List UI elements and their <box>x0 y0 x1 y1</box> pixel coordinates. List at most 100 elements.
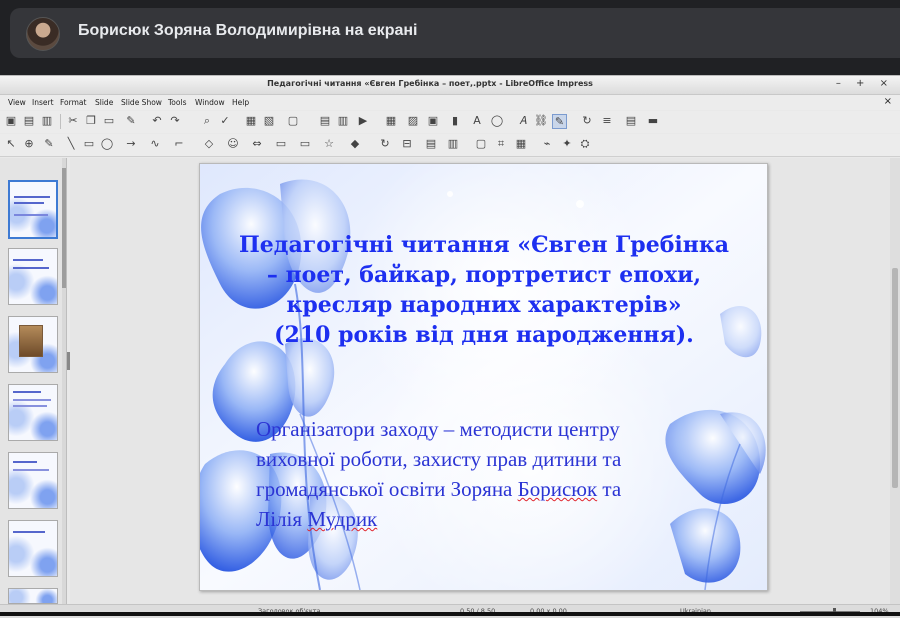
menu-view[interactable]: View <box>8 98 26 107</box>
window-titlebar[interactable]: Педагогічні читання «Євген Гребінка – по… <box>0 76 900 95</box>
select-icon[interactable]: ↖ <box>4 137 18 151</box>
display-grid-icon[interactable]: ▦ <box>244 114 258 128</box>
thumb-text <box>14 214 48 216</box>
ellipse-icon[interactable]: ◯ <box>100 137 114 151</box>
3d-objects-icon[interactable]: ◆ <box>348 137 362 151</box>
find-replace-icon[interactable]: ⌕ <box>200 114 214 128</box>
symbol-shapes-icon[interactable]: ☺ <box>226 137 240 151</box>
arrange-icon[interactable]: ▤ <box>624 114 638 128</box>
thumb-text <box>13 391 41 393</box>
shadow-tool-icon[interactable]: ▢ <box>474 137 488 151</box>
document-close-icon[interactable]: × <box>884 96 892 107</box>
thumb-text <box>13 399 51 401</box>
align-objects-icon[interactable]: ⊟ <box>400 137 414 151</box>
rectangle-icon[interactable]: ▭ <box>82 137 96 151</box>
title-line-3: кресляр народних характерів» <box>286 292 682 318</box>
export-pdf-icon[interactable]: ▤ <box>22 114 36 128</box>
slide-thumbnail-7[interactable] <box>8 588 58 604</box>
crop-icon[interactable]: ⌗ <box>494 137 508 151</box>
start-show-icon[interactable]: ▶ <box>356 114 370 128</box>
body-line-4: Лілія Мудрик <box>256 507 378 531</box>
duplicate-slide-icon[interactable]: ▥ <box>336 114 350 128</box>
redo-icon[interactable]: ↷ <box>168 114 182 128</box>
scrollbar-thumb[interactable] <box>62 168 66 288</box>
line-icon[interactable]: ╲ <box>64 137 78 151</box>
thumb-text <box>13 259 43 261</box>
undo-icon[interactable]: ↶ <box>150 114 164 128</box>
clone-formatting-icon[interactable]: ✎ <box>124 114 138 128</box>
points-icon[interactable]: ⌁ <box>540 137 554 151</box>
slide-thumbnail-5[interactable] <box>8 452 58 509</box>
body-line-3: громадянської освіти Зоряна Борисюк та <box>256 477 622 501</box>
menu-slide-show[interactable]: Slide Show <box>121 98 162 107</box>
thumb-text <box>13 531 45 533</box>
rotate-icon[interactable]: ↻ <box>580 114 594 128</box>
new-slide-icon[interactable]: ▤ <box>318 114 332 128</box>
toggle-extrusion-icon[interactable]: ⛭ <box>578 137 592 151</box>
menu-insert[interactable]: Insert <box>32 98 54 107</box>
thumb-text <box>13 267 49 269</box>
menu-tools[interactable]: Tools <box>168 98 186 107</box>
table-icon[interactable]: ▦ <box>384 114 398 128</box>
rotate-tool-icon[interactable]: ↻ <box>378 137 392 151</box>
helplines-icon[interactable]: ▧ <box>262 114 276 128</box>
hyperlink-icon[interactable]: ⛓ <box>534 114 548 128</box>
vertical-scrollbar[interactable] <box>890 158 900 604</box>
current-slide[interactable]: Педагогічні читання «Євген Гребінка – по… <box>199 163 768 591</box>
spelling-icon[interactable]: ✓ <box>218 114 232 128</box>
basic-shapes-icon[interactable]: ◇ <box>202 137 216 151</box>
scrollbar-thumb[interactable] <box>892 268 898 488</box>
slide-thumbnail-1[interactable] <box>8 180 58 239</box>
thumb-text <box>13 469 49 471</box>
media-icon[interactable]: ▣ <box>426 114 440 128</box>
textbox-icon[interactable]: A <box>470 114 484 128</box>
paste-icon[interactable]: ▭ <box>102 114 116 128</box>
thumb-text <box>14 196 50 198</box>
slides-pane-scrollbar[interactable] <box>62 158 66 604</box>
arrange-objects-icon[interactable]: ▤ <box>424 137 438 151</box>
body-line-1: Організатори заходу – методисти центру <box>256 417 620 441</box>
menu-format[interactable]: Format <box>60 98 86 107</box>
title-line-4: (210 років від дня народження). <box>274 322 694 348</box>
image-icon[interactable]: ▨ <box>406 114 420 128</box>
chart-icon[interactable]: ▮ <box>448 114 462 128</box>
window-controls[interactable]: – + × <box>836 78 894 89</box>
shapes-icon[interactable]: ◯ <box>490 114 504 128</box>
flowchart-icon[interactable]: ▭ <box>274 137 288 151</box>
save-icon[interactable]: ▣ <box>4 114 18 128</box>
thumb-text <box>13 405 47 407</box>
slide-thumbnail-3[interactable] <box>8 316 58 373</box>
body-line-2: виховної роботи, захисту прав дитини та <box>256 447 622 471</box>
menu-help[interactable]: Help <box>232 98 249 107</box>
show-draw-functions-icon[interactable]: ✎ <box>552 114 567 129</box>
glue-points-icon[interactable]: ✦ <box>560 137 574 151</box>
cut-icon[interactable]: ✂ <box>66 114 80 128</box>
print-icon[interactable]: ▥ <box>40 114 54 128</box>
menu-window[interactable]: Window <box>195 98 225 107</box>
distribute-icon[interactable]: ▥ <box>446 137 460 151</box>
copy-icon[interactable]: ❐ <box>84 114 98 128</box>
line-color-icon[interactable]: ✎ <box>42 137 56 151</box>
slide-thumbnail-6[interactable] <box>8 520 58 577</box>
align-icon[interactable]: ≡ <box>600 114 614 128</box>
slide-thumbnail-2[interactable] <box>8 248 58 305</box>
connector-icon[interactable]: ⌐ <box>172 137 186 151</box>
title-line-1: Педагогічні читання «Євген Гребінка <box>239 232 729 258</box>
shadow-icon[interactable]: ▬ <box>646 114 660 128</box>
arrow-line-icon[interactable]: → <box>124 137 138 151</box>
stars-icon[interactable]: ☆ <box>322 137 336 151</box>
slide-layout-icon[interactable]: ▢ <box>286 114 300 128</box>
block-arrows-icon[interactable]: ⇔ <box>250 137 264 151</box>
menu-slide[interactable]: Slide <box>95 98 113 107</box>
spellcheck-word: Мудрик <box>307 507 378 531</box>
fontwork-icon[interactable]: 𝐴 <box>516 114 530 128</box>
zoom-icon[interactable]: ⊕ <box>22 137 36 151</box>
slide-title[interactable]: Педагогічні читання «Євген Гребінка – по… <box>214 230 754 350</box>
callouts-icon[interactable]: ▭ <box>298 137 312 151</box>
window-title: Педагогічні читання «Євген Гребінка – по… <box>267 79 593 88</box>
filter-icon[interactable]: ▦ <box>514 137 528 151</box>
screen-share-banner: Борисюк Зоряна Володимирівна на екрані <box>10 8 900 58</box>
slide-thumbnail-4[interactable] <box>8 384 58 441</box>
slide-body-text[interactable]: Організатори заходу – методисти центру в… <box>256 414 726 534</box>
curve-icon[interactable]: ∿ <box>148 137 162 151</box>
